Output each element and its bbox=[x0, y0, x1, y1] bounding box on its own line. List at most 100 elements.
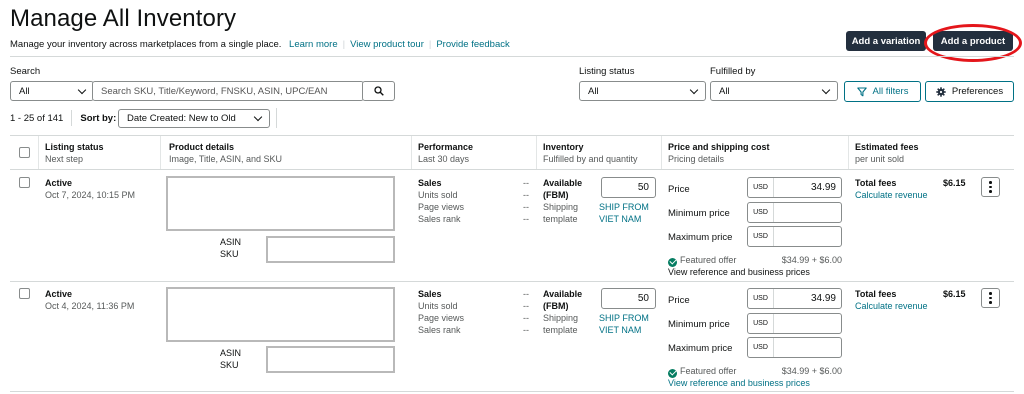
currency-label: USD bbox=[748, 338, 774, 357]
column-header-price[interactable]: Price and shipping cost Pricing details bbox=[668, 141, 770, 165]
search-input[interactable]: Search SKU, Title/Keyword, FNSKU, ASIN, … bbox=[92, 81, 364, 101]
price-label: Price bbox=[668, 184, 690, 195]
column-subtitle: per unit sold bbox=[855, 154, 905, 164]
listing-status-label: Listing status bbox=[579, 66, 635, 77]
currency-label: USD bbox=[748, 227, 774, 246]
pagination-separator bbox=[71, 110, 73, 126]
shipping-label: Shipping bbox=[543, 313, 579, 323]
calculate-revenue-link[interactable]: Calculate revenue bbox=[855, 189, 928, 201]
more-options-icon[interactable] bbox=[981, 177, 1000, 197]
calculate-revenue-link[interactable]: Calculate revenue bbox=[855, 300, 928, 312]
sort-select[interactable]: Date Created: New to Old bbox=[118, 109, 270, 128]
row-checkbox[interactable] bbox=[19, 288, 30, 299]
sales-rank-label: Sales rank bbox=[418, 325, 461, 335]
quantity-input[interactable]: 50 bbox=[601, 288, 656, 309]
column-header-estimated-fees[interactable]: Estimated fees per unit sold bbox=[855, 141, 919, 165]
price-label: Price bbox=[668, 295, 690, 306]
ship-from-country: VIET NAM bbox=[599, 214, 642, 224]
column-header-performance[interactable]: Performance Last 30 days bbox=[418, 141, 473, 165]
asin-sku-placeholder bbox=[266, 236, 395, 263]
maximum-price-input[interactable]: USD bbox=[747, 337, 842, 358]
shipping-template-link[interactable]: SHIP FROM VIET NAM bbox=[599, 312, 649, 336]
column-title: Listing status bbox=[45, 142, 104, 152]
chevron-down-icon bbox=[253, 112, 263, 122]
column-header-inventory[interactable]: Inventory Fulfilled by and quantity bbox=[543, 141, 638, 165]
units-sold-label: Units sold bbox=[418, 301, 458, 311]
total-fees-value: $6.15 bbox=[943, 178, 966, 188]
fbm-label: (FBM) bbox=[543, 301, 569, 311]
all-filters-button[interactable]: All filters bbox=[844, 81, 921, 102]
price-value: 34.99 bbox=[810, 182, 836, 193]
status-badge: Active bbox=[45, 289, 73, 299]
price-value: 34.99 bbox=[810, 293, 836, 304]
inventory-labels: Available (FBM) Shipping template bbox=[543, 288, 582, 336]
column-header-listing-status[interactable]: Listing status Next step bbox=[45, 141, 104, 165]
search-button[interactable] bbox=[362, 81, 395, 101]
featured-offer-label: Featured offer bbox=[680, 255, 737, 265]
column-divider bbox=[536, 136, 537, 169]
featured-offer-price: $34.99 + $6.00 bbox=[781, 366, 842, 376]
more-options-icon[interactable] bbox=[981, 288, 1000, 308]
preferences-button[interactable]: Preferences bbox=[925, 81, 1014, 102]
view-reference-prices-link[interactable]: View reference and business prices bbox=[668, 377, 810, 389]
fulfilled-by-select[interactable]: All bbox=[710, 81, 838, 101]
minimum-price-input[interactable]: USD bbox=[747, 202, 842, 223]
select-all-checkbox[interactable] bbox=[19, 147, 30, 158]
subtitle-text: Manage your inventory across marketplace… bbox=[10, 39, 282, 50]
link-separator: | bbox=[342, 39, 346, 50]
product-image-placeholder[interactable] bbox=[166, 176, 395, 231]
view-product-tour-link[interactable]: View product tour bbox=[350, 39, 424, 50]
chevron-down-icon bbox=[689, 85, 699, 94]
featured-offer: Featured offer $34.99 + $6.00 bbox=[668, 254, 844, 267]
maximum-price-label: Maximum price bbox=[668, 343, 733, 354]
learn-more-link[interactable]: Learn more bbox=[289, 39, 338, 50]
available-label: Available bbox=[543, 289, 583, 299]
maximum-price-input[interactable]: USD bbox=[747, 226, 842, 247]
add-variation-button[interactable]: Add a variation bbox=[846, 31, 926, 51]
total-fees-label: Total fees bbox=[855, 289, 897, 299]
featured-offer: Featured offer $34.99 + $6.00 bbox=[668, 365, 844, 378]
minimum-price-input[interactable]: USD bbox=[747, 313, 842, 334]
performance-labels: Sales Units sold Page views Sales rank bbox=[418, 177, 464, 225]
currency-label: USD bbox=[748, 203, 774, 222]
row-divider bbox=[10, 281, 1014, 282]
shipping-template-link[interactable]: SHIP FROM VIET NAM bbox=[599, 201, 649, 225]
fulfilled-by-label: Fulfilled by bbox=[710, 66, 756, 77]
listing-status-value: All bbox=[588, 85, 599, 97]
view-reference-prices-link[interactable]: View reference and business prices bbox=[668, 266, 810, 278]
price-input[interactable]: USD 34.99 bbox=[747, 288, 842, 309]
add-product-button[interactable]: Add a product bbox=[933, 31, 1013, 51]
total-fees-value: $6.15 bbox=[943, 289, 966, 299]
preferences-label: Preferences bbox=[951, 86, 1004, 97]
provide-feedback-link[interactable]: Provide feedback bbox=[436, 39, 509, 50]
created-date: Oct 4, 2024, 11:36 PM bbox=[45, 301, 135, 311]
sku-label: SKU bbox=[220, 249, 239, 259]
created-date: Oct 7, 2024, 10:15 PM bbox=[45, 190, 136, 200]
row-checkbox[interactable] bbox=[19, 177, 30, 188]
chevron-down-icon bbox=[821, 85, 831, 94]
column-title: Inventory bbox=[543, 142, 584, 152]
column-subtitle: Last 30 days bbox=[418, 154, 470, 164]
units-sold-value: -- bbox=[523, 301, 529, 311]
column-header-product-details[interactable]: Product details Image, Title, ASIN, and S… bbox=[169, 141, 282, 165]
price-input[interactable]: USD 34.99 bbox=[747, 177, 842, 198]
inventory-labels: Available (FBM) Shipping template bbox=[543, 177, 582, 225]
sales-label: Sales bbox=[418, 289, 442, 299]
listing-status-cell: Active Oct 4, 2024, 11:36 PM bbox=[45, 288, 134, 312]
page-views-value: -- bbox=[523, 313, 529, 323]
product-image-placeholder[interactable] bbox=[166, 287, 395, 342]
quantity-input[interactable]: 50 bbox=[601, 177, 656, 198]
sales-value: -- bbox=[523, 178, 529, 188]
search-scope-select[interactable]: All bbox=[10, 81, 94, 101]
column-divider bbox=[661, 136, 662, 169]
header-divider bbox=[10, 56, 1014, 57]
fbm-label: (FBM) bbox=[543, 190, 569, 200]
pagination-bar: 1 - 25 of 141 Sort by: bbox=[10, 107, 116, 129]
page-title: Manage All Inventory bbox=[10, 5, 237, 32]
status-badge: Active bbox=[45, 178, 73, 188]
maximum-price-label: Maximum price bbox=[668, 232, 733, 243]
chevron-down-icon bbox=[77, 85, 87, 94]
template-label: template bbox=[543, 214, 578, 224]
search-label: Search bbox=[10, 66, 41, 77]
listing-status-select[interactable]: All bbox=[579, 81, 706, 101]
